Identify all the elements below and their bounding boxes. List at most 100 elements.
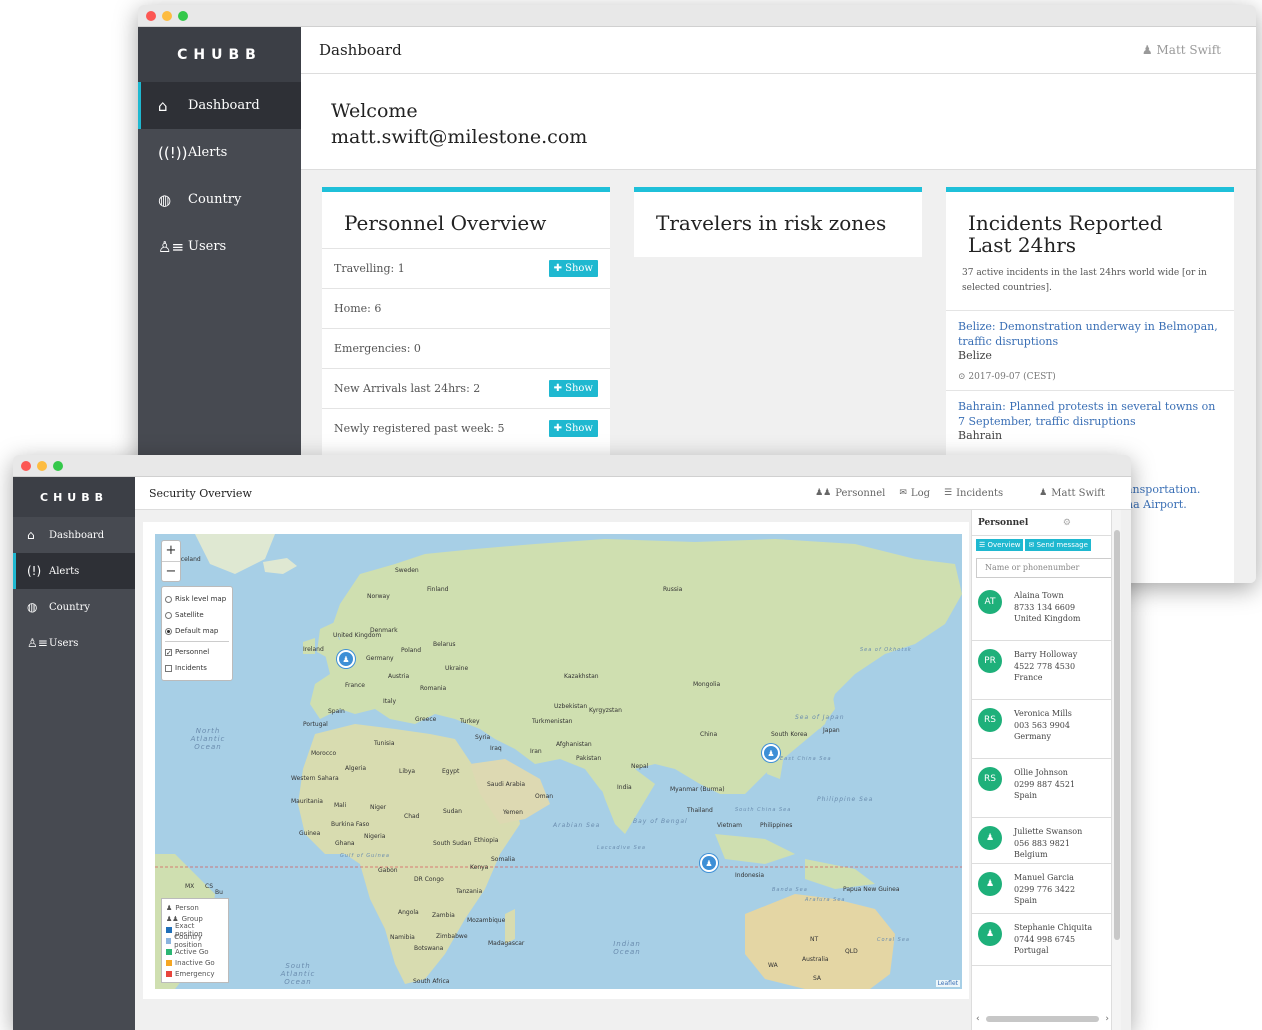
vertical-scrollbar[interactable] <box>1111 510 1121 1030</box>
scroll-right-icon[interactable]: › <box>1105 1014 1109 1024</box>
scrollbar-thumb[interactable] <box>1114 530 1120 940</box>
personnel-group-marker[interactable]: ♟ <box>700 854 718 872</box>
row-label: Home: 6 <box>334 302 382 315</box>
sidebar-item-users[interactable]: ♙≡ Users <box>138 223 301 270</box>
link-label: Log <box>910 487 930 499</box>
horizontal-scrollbar[interactable]: ‹ › <box>976 1014 1109 1024</box>
incidents-link[interactable]: ☰ Incidents <box>944 488 1003 499</box>
list-item: Newly registered past week: 5 ✚ Show <box>322 408 610 448</box>
list-item[interactable]: ♟ Manuel Garcia 0299 776 3422 Spain <box>972 864 1121 914</box>
checkbox[interactable] <box>165 664 172 672</box>
incident-link[interactable]: Belize: Demonstration underway in Belmop… <box>958 319 1222 349</box>
minimize-window-button[interactable] <box>162 11 172 21</box>
map-label: DR Congo <box>414 876 444 883</box>
map-label: Greece <box>415 716 437 723</box>
map-label: Kenya <box>470 864 489 871</box>
sidebar-item-label: Country <box>49 601 91 613</box>
avatar: RS <box>978 708 1002 732</box>
maximize-window-button[interactable] <box>178 11 188 21</box>
world-map[interactable]: Iceland Sweden Finland Russia Norway Den… <box>155 534 962 989</box>
personnel-group-marker[interactable]: ♟ <box>762 744 780 762</box>
radio-button[interactable] <box>165 611 172 619</box>
person-phone: 4522 778 4530 <box>1014 661 1076 671</box>
sidebar-item-dashboard[interactable]: ⌂ Dashboard <box>13 517 135 553</box>
legend-swatch <box>166 937 172 944</box>
layer-option-satellite[interactable]: Satellite <box>165 607 229 623</box>
user-menu[interactable]: ♟ Matt Swift <box>1039 488 1105 499</box>
show-button[interactable]: ✚ Show <box>548 420 598 437</box>
list-item[interactable]: PR Barry Holloway 4522 778 4530 France <box>972 641 1121 700</box>
person-name: Ollie Johnson <box>1014 768 1068 777</box>
list-item[interactable]: ♟ Juliette Swanson 056 883 9821 Belgium <box>972 818 1121 864</box>
sidebar-item-alerts[interactable]: (!) Alerts <box>13 553 135 589</box>
incident-link[interactable]: Bahrain: Planned protests in several tow… <box>958 399 1222 429</box>
sidebar-item-dashboard[interactable]: ⌂ Dashboard <box>138 82 301 129</box>
incident-date: ⊙ 2017-09-07 (CEST) <box>958 372 1222 382</box>
person-name: Juliette Swanson <box>1014 827 1083 836</box>
person-info: Manuel Garcia 0299 776 3422 Spain <box>1014 872 1075 907</box>
minimize-window-button[interactable] <box>37 461 47 471</box>
personnel-link[interactable]: ♟♟ Personnel <box>815 488 885 499</box>
map-attribution[interactable]: Leaflet <box>935 980 960 987</box>
map-label: Iraq <box>490 745 502 752</box>
zoom-in-button[interactable]: + <box>162 541 180 561</box>
incidents-note: 37 active incidents in the last 24hrs wo… <box>946 266 1234 311</box>
map-label: Belarus <box>433 641 456 648</box>
settings-icon[interactable]: ⚙ <box>1063 518 1071 528</box>
checkbox[interactable]: ✓ <box>165 648 172 656</box>
home-icon: ⌂ <box>158 96 168 115</box>
scrollbar-thumb[interactable] <box>985 1016 1100 1022</box>
maximize-window-button[interactable] <box>53 461 63 471</box>
personnel-group-marker[interactable]: ♟ <box>337 650 355 668</box>
clock-icon: ⊙ <box>958 372 966 382</box>
map-label: Norway <box>367 593 390 600</box>
user-name: Matt Swift <box>1051 487 1105 499</box>
sidebar-item-alerts[interactable]: ((!)) Alerts <box>138 129 301 176</box>
incident-link-overflow[interactable]: ansportation. na Airport. <box>1126 482 1200 512</box>
legend-label: Person <box>175 903 199 912</box>
map-label: France <box>345 682 365 689</box>
show-button[interactable]: ✚ Show <box>548 380 598 397</box>
welcome-heading: Welcome <box>331 100 418 122</box>
layer-option-default[interactable]: Default map <box>165 623 229 639</box>
page-title: Dashboard <box>319 41 402 59</box>
list-item[interactable]: RS Veronica Mills 003 563 9904 Germany <box>972 700 1121 759</box>
map-label: Namibia <box>390 934 415 941</box>
overview-button[interactable]: ☰ Overview <box>976 539 1024 551</box>
sidebar-item-label: Dashboard <box>49 529 105 541</box>
list-item: Emergencies: 0 <box>322 328 610 368</box>
close-window-button[interactable] <box>21 461 31 471</box>
radio-button[interactable] <box>165 595 172 603</box>
person-country: Spain <box>1014 791 1038 800</box>
overlay-option-incidents[interactable]: Incidents <box>165 660 229 676</box>
map-label: Libya <box>399 768 416 775</box>
map-label: Iceland <box>179 556 201 563</box>
top-links: ♟♟ Personnel ✉ Log ☰ Incidents ♟ Matt Swift <box>815 488 1105 499</box>
log-link[interactable]: ✉ Log <box>899 488 930 499</box>
sidebar-item-users[interactable]: ♙≡ Users <box>13 625 135 661</box>
panel-title: Travelers in risk zones <box>656 211 887 235</box>
button-label: Show <box>565 263 593 274</box>
layer-option-risk[interactable]: Risk level map <box>165 591 229 607</box>
window-titlebar <box>138 5 1256 27</box>
send-message-button[interactable]: ✉ Send message <box>1025 539 1091 551</box>
map-label: Papua New Guinea <box>843 886 900 893</box>
show-button[interactable]: ✚ Show <box>548 260 598 277</box>
list-item[interactable]: ♟ Stephanie Chiquita 0744 998 6745 Portu… <box>972 914 1121 966</box>
map-label: Spain <box>328 708 345 715</box>
list-item[interactable]: RS Ollie Johnson 0299 887 4521 Spain <box>972 759 1121 818</box>
radio-button[interactable] <box>165 627 172 635</box>
user-menu[interactable]: ♟ Matt Swift <box>1142 43 1221 57</box>
close-window-button[interactable] <box>146 11 156 21</box>
map-label: Ukraine <box>445 665 469 672</box>
map-label: Afghanistan <box>556 741 592 748</box>
sidebar-item-country[interactable]: ◍ Country <box>13 589 135 625</box>
person-info: Juliette Swanson 056 883 9821 Belgium <box>1014 826 1082 861</box>
zoom-out-button[interactable]: − <box>162 561 180 581</box>
search-input[interactable]: Name or phonenumber <box>976 558 1117 578</box>
list-item[interactable]: AT Alaina Town 8733 134 6609 United King… <box>972 582 1121 641</box>
scroll-left-icon[interactable]: ‹ <box>976 1014 980 1024</box>
overlay-option-personnel[interactable]: ✓ Personnel <box>165 644 229 660</box>
sidebar-item-country[interactable]: ◍ Country <box>138 176 301 223</box>
welcome-email: matt.swift@milestone.com <box>331 126 588 148</box>
